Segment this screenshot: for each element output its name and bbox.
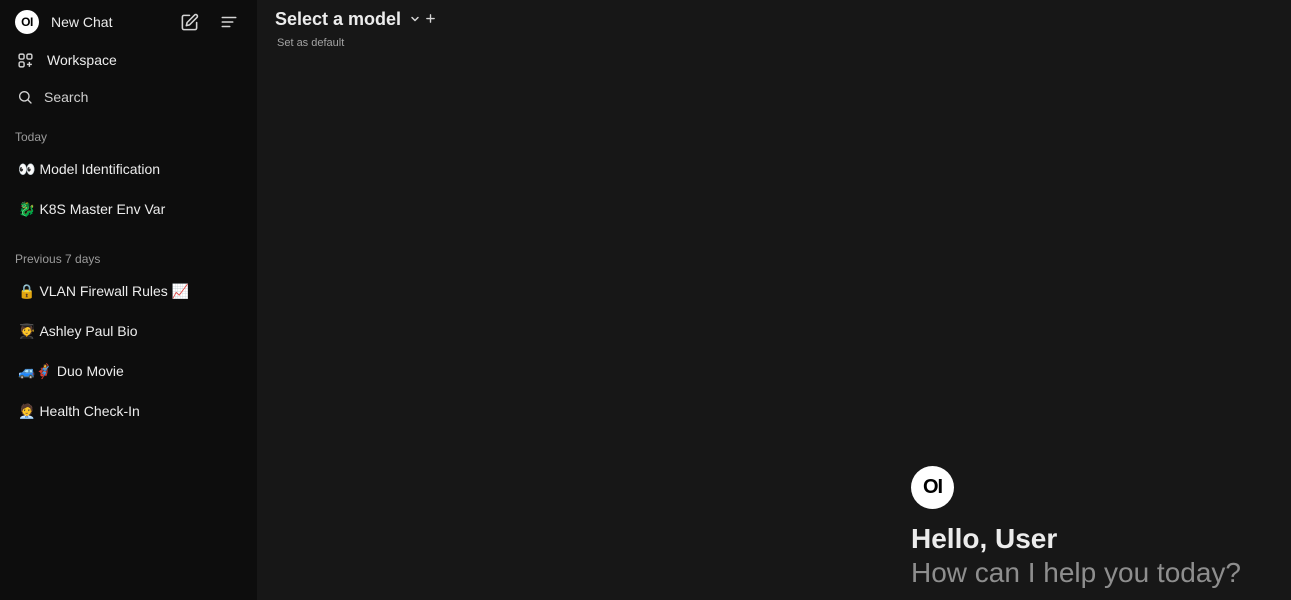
greeting-subtitle: How can I help you today? [911, 557, 1241, 588]
sidebar: OI New Chat Workspace Search Today 👀 Mod… [0, 0, 257, 600]
welcome-logo: OI [911, 466, 954, 509]
chat-emoji: 🧑‍💼 [18, 402, 36, 419]
plus-icon[interactable] [423, 11, 437, 25]
app-logo[interactable]: OI [15, 10, 39, 34]
welcome-block: OI Hello, User How can I help you today? [911, 466, 1241, 589]
chat-item[interactable]: 👀 Model Identification [8, 153, 248, 185]
chat-item[interactable]: 🐉 K8S Master Env Var [8, 193, 248, 225]
chevron-down-icon [409, 13, 421, 25]
chat-title: VLAN Firewall Rules 📈 [39, 282, 190, 299]
workspace-label: Workspace [47, 52, 117, 68]
greeting-heading: Hello, User [911, 523, 1058, 554]
new-chat-icon[interactable] [178, 11, 200, 33]
model-selector[interactable]: Select a model [275, 8, 421, 30]
chat-item[interactable]: 🚙🦸 Duo Movie [8, 355, 248, 387]
sidebar-header: OI New Chat [0, 0, 257, 44]
section-label-today: Today [15, 130, 48, 144]
new-chat-label[interactable]: New Chat [51, 14, 112, 30]
chat-emoji: 🧑‍🎓 [18, 322, 36, 339]
search-icon [17, 89, 37, 105]
section-label-previous-7-days: Previous 7 days [15, 252, 101, 266]
chat-title: Duo Movie [56, 363, 124, 379]
chat-title: K8S Master Env Var [39, 201, 166, 217]
chat-emoji: 🐉 [18, 200, 36, 217]
chat-emoji: 🚙🦸 [18, 362, 53, 379]
grid-icon [17, 52, 37, 69]
main-panel: Select a model Set as default OI Hello, … [257, 0, 1291, 600]
chat-item[interactable]: 🔒 VLAN Firewall Rules 📈 [8, 275, 248, 307]
chat-item[interactable]: 🧑‍💼 Health Check-In [8, 395, 248, 427]
workspace-button[interactable]: Workspace [8, 45, 248, 75]
search-label: Search [44, 89, 89, 105]
chat-title: Health Check-In [39, 403, 140, 419]
model-select-label: Select a model [275, 8, 402, 29]
search-button[interactable]: Search [8, 82, 248, 112]
chat-title: Ashley Paul Bio [39, 323, 138, 339]
chat-item[interactable]: 🧑‍🎓 Ashley Paul Bio [8, 315, 248, 347]
set-as-default-link[interactable]: Set as default [277, 37, 344, 49]
chat-emoji: 🔒 [18, 282, 36, 299]
chat-emoji: 👀 [18, 160, 36, 177]
chat-title: Model Identification [39, 161, 161, 177]
menu-icon[interactable] [218, 11, 240, 33]
